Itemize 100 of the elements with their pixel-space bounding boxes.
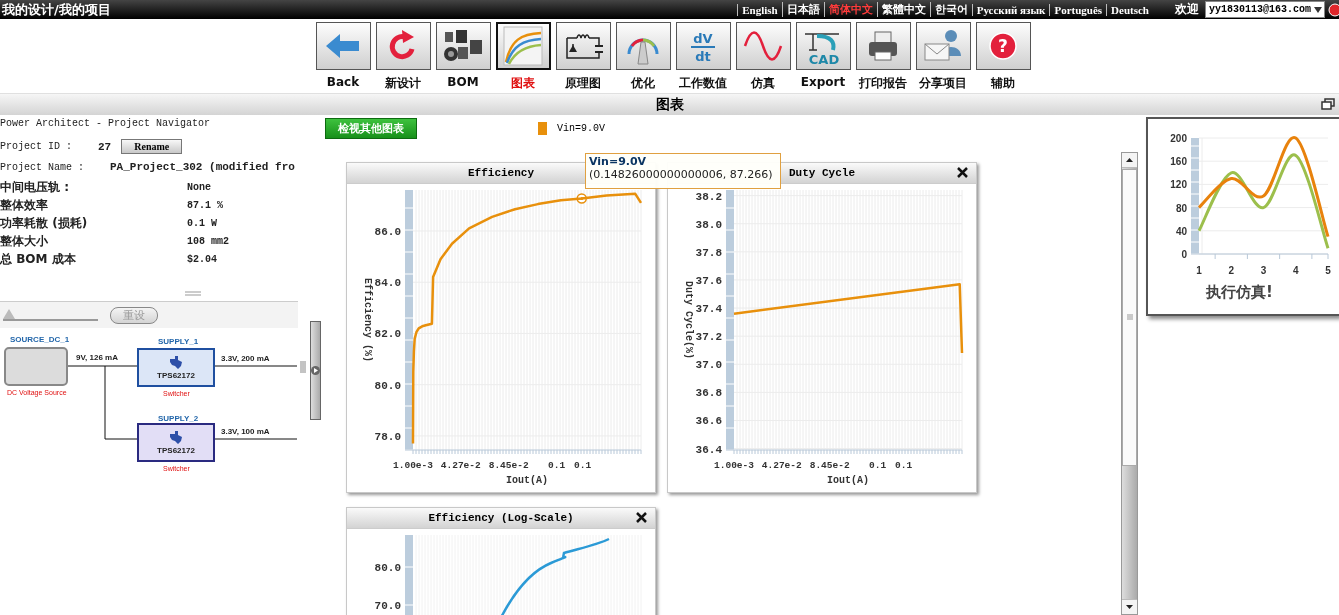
property-value: 0.1 W xyxy=(187,217,218,229)
property-value: 87.1 % xyxy=(187,199,224,211)
axis-title: Efficiency (%) xyxy=(362,278,373,362)
restore-icon[interactable] xyxy=(1321,98,1335,110)
scrollbar-track[interactable] xyxy=(1121,152,1138,615)
tooltip-title: Vin=9.0V xyxy=(589,155,648,168)
close-icon[interactable] xyxy=(636,512,647,523)
y-tick-label: 36.6 xyxy=(695,415,722,428)
property-label: 中间电压轨 : xyxy=(0,178,70,196)
property-value: $2.04 xyxy=(187,253,218,265)
y-tick-label: 200 xyxy=(1170,133,1187,144)
x-tick-label: 8.45e-2 xyxy=(488,460,529,471)
x-tick-label: 8.45e-2 xyxy=(809,460,850,471)
y-tick-label: 38.0 xyxy=(695,218,722,231)
slider-thumb[interactable] xyxy=(3,309,15,319)
navigator-title: Power Architect - Project Navigator xyxy=(0,118,212,129)
y-tick-label: 38.2 xyxy=(695,190,722,203)
property-value: 108 mm2 xyxy=(187,235,230,247)
arrow-up-icon xyxy=(1126,158,1133,162)
breadcrumb[interactable]: 我的设计/我的项目 xyxy=(0,0,738,19)
block-name: SUPPLY_1 xyxy=(158,337,199,346)
arrow-right-icon xyxy=(311,366,320,375)
block-name: SUPPLY_2 xyxy=(158,414,199,423)
y-tick-label: 78.0 xyxy=(374,430,401,443)
y-tick-label: 37.8 xyxy=(695,246,722,259)
property-label: 整体大小 xyxy=(0,232,49,250)
property-label: 总 BOM 成本 xyxy=(0,250,77,268)
x-tick-label: 2 xyxy=(1228,265,1235,276)
y-tick-label: 84.0 xyxy=(374,277,401,290)
property-label: 功率耗散 (损耗) xyxy=(0,214,89,232)
scroll-down-button[interactable] xyxy=(1122,599,1137,614)
y-tick-label: 80 xyxy=(1175,202,1187,214)
y-tick-label: 70.0 xyxy=(374,600,401,612)
language-link[interactable]: 日本語 xyxy=(781,2,824,17)
x-tick-label: 1 xyxy=(1196,265,1202,276)
y-tick-label: 37.0 xyxy=(695,359,722,372)
language-link[interactable]: Português xyxy=(1049,3,1107,16)
collapse-handle[interactable] xyxy=(310,321,321,420)
language-link[interactable]: 简体中文 xyxy=(823,2,877,17)
language-link[interactable]: 繁體中文 xyxy=(876,2,930,17)
x-tick-label: 0.1 xyxy=(574,460,592,471)
rename-button[interactable]: Rename xyxy=(121,139,183,154)
caret-icon xyxy=(1314,6,1322,13)
close-icon[interactable] xyxy=(957,167,968,178)
y-tick-label: 0 xyxy=(1181,249,1187,260)
y-tick-label: 82.0 xyxy=(374,328,401,341)
y-tick-label: 36.8 xyxy=(695,387,722,400)
arrow-down-icon xyxy=(1126,605,1133,609)
slider-track[interactable] xyxy=(3,309,98,321)
x-tick-label: 4.27e-2 xyxy=(761,460,802,471)
y-tick-label: 86.0 xyxy=(374,226,401,238)
x-tick-label: 1.00e-3 xyxy=(714,460,754,471)
language-link[interactable]: 한국어 xyxy=(929,2,972,17)
logo-icon xyxy=(169,355,183,369)
logo-icon xyxy=(169,430,183,444)
part-number: TPS62172 xyxy=(157,370,195,380)
chart-title: Efficiency (Log-Scale) xyxy=(428,512,574,524)
field-label: Project Name : xyxy=(0,161,84,173)
wire-label: 3.3V, 200 mA xyxy=(221,355,270,363)
field-label: Project ID : xyxy=(0,141,72,152)
x-tick-label: 1.00e-3 xyxy=(393,460,433,471)
chart-title: Duty Cycle xyxy=(789,167,855,179)
wire-label: 3.3V, 100 mA xyxy=(221,428,270,436)
x-tick-label: 4 xyxy=(1292,265,1299,276)
y-tick-label: 120 xyxy=(1170,179,1187,191)
tooltip-text: (0.14826000000000006, 87.266) xyxy=(589,168,773,181)
splitter-grip[interactable] xyxy=(184,291,201,296)
section-title: 图表 xyxy=(655,95,684,114)
axis-title: Duty Cycle(%) xyxy=(683,281,694,359)
legend-label: Vin=9.0V xyxy=(557,122,605,134)
scroll-thumb[interactable] xyxy=(1122,169,1137,466)
supply-block[interactable]: TPS62172 xyxy=(137,348,215,387)
language-link[interactable]: Русский язык xyxy=(971,3,1050,16)
wire-label: 9V, 126 mA xyxy=(76,354,118,362)
x-tick-label: 0.1 xyxy=(895,460,913,471)
block-name: SOURCE_DC_1 xyxy=(10,335,70,344)
axis-title: Iout(A) xyxy=(827,475,869,486)
x-tick-label: 0.1 xyxy=(869,460,887,471)
property-value: None xyxy=(187,181,212,193)
language-link[interactable]: English xyxy=(737,3,782,16)
chart-title: Efficiency xyxy=(468,167,534,179)
project-id: 27 xyxy=(98,140,112,153)
project-name: PA_Project_302 (modified fro xyxy=(110,161,295,173)
y-tick-label: 40 xyxy=(1175,225,1187,237)
x-tick-label: 0.1 xyxy=(548,460,566,471)
y-tick-label: 160 xyxy=(1170,156,1187,168)
x-tick-label: 5 xyxy=(1325,265,1331,276)
caption: 执行仿真! xyxy=(1205,283,1274,302)
language-link[interactable]: Deutsch xyxy=(1106,3,1153,16)
status-icon xyxy=(1327,2,1339,17)
supply-block[interactable]: TPS62172 xyxy=(137,423,215,462)
part-number: TPS62172 xyxy=(157,445,195,455)
welcome-label: 欢迎 xyxy=(1174,1,1199,18)
scroll-up-button[interactable] xyxy=(1122,153,1137,168)
property-label: 整体效率 xyxy=(0,196,49,214)
user-dropdown[interactable]: yy1830113@163.com xyxy=(1204,1,1325,18)
x-tick-label: 3 xyxy=(1260,265,1267,276)
y-tick-label: 37.4 xyxy=(695,303,722,316)
source-block[interactable] xyxy=(4,347,68,386)
axis-title: Iout(A) xyxy=(506,475,548,486)
